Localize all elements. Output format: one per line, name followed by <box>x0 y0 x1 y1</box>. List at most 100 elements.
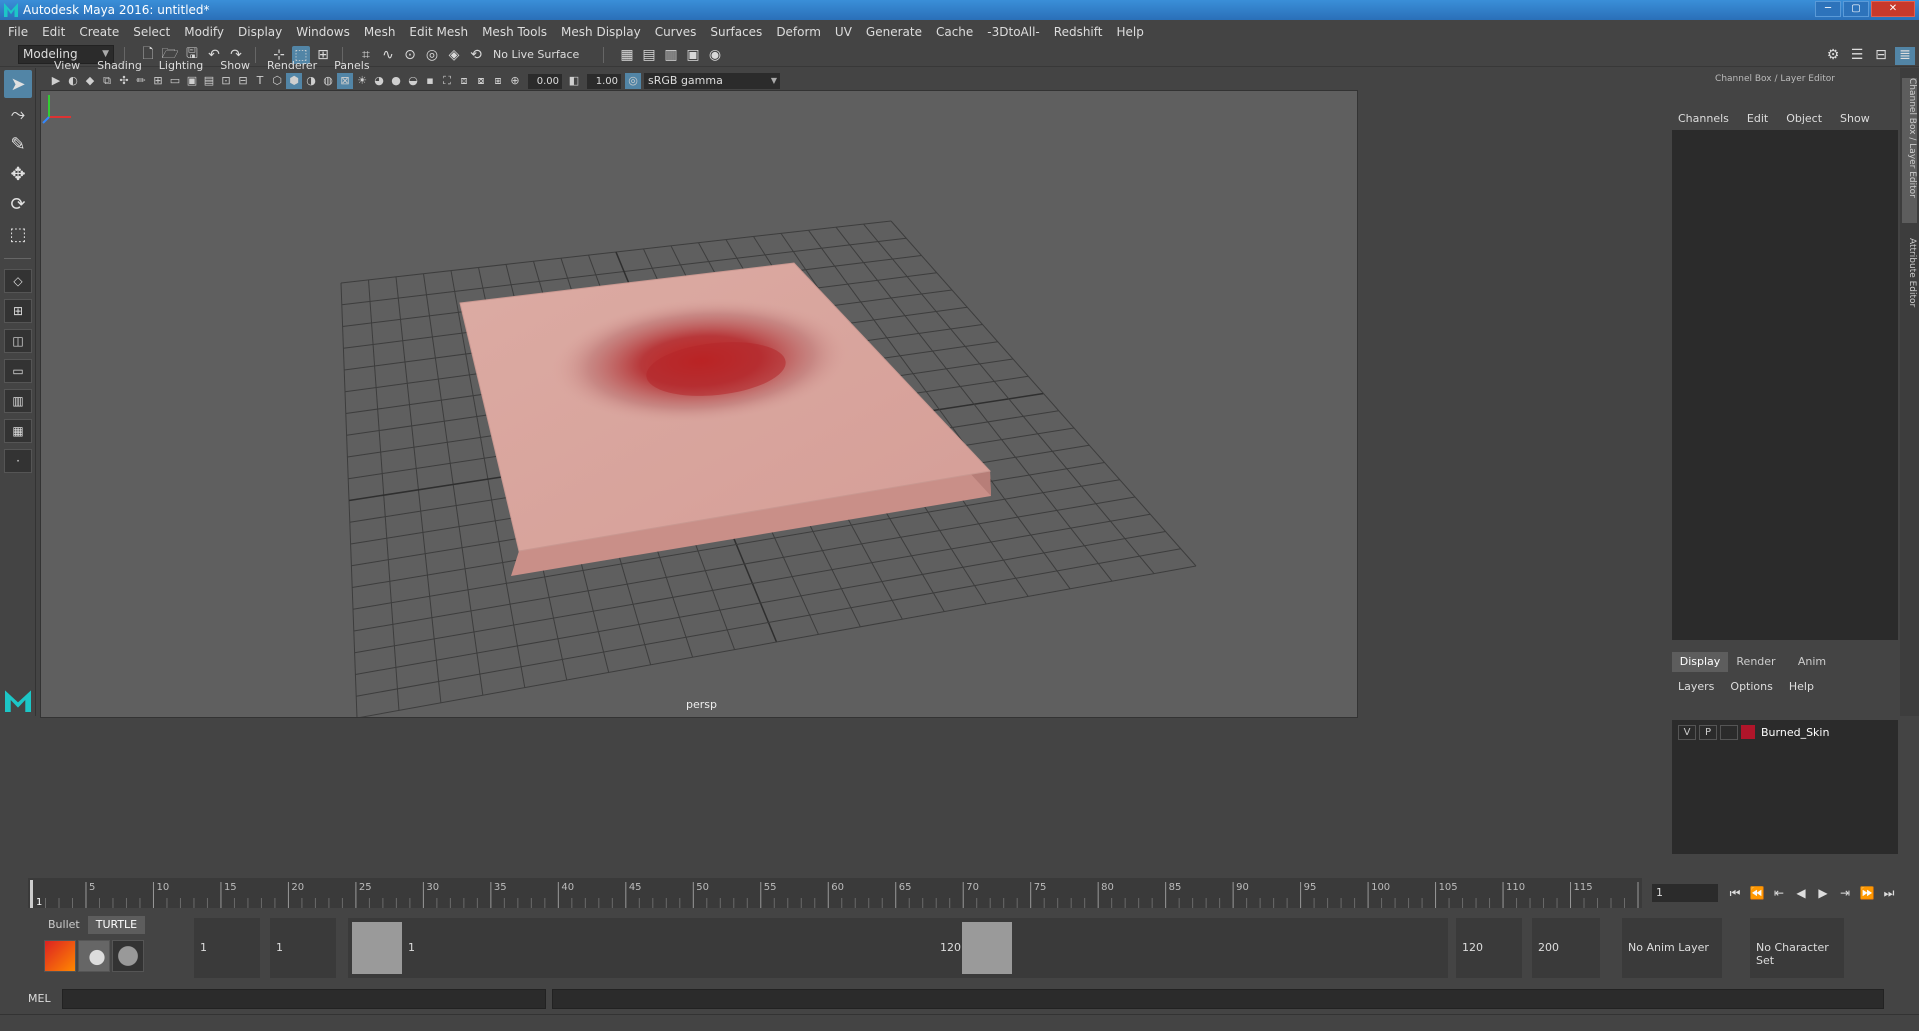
motion-blur-icon[interactable]: ◒ <box>405 73 421 89</box>
scale-tool-icon[interactable]: ⬚ <box>4 220 32 248</box>
bookmark-icon[interactable]: ◆ <box>82 73 98 89</box>
menu-surfaces[interactable]: Surfaces <box>710 25 762 39</box>
use-all-lights-icon[interactable]: ☀ <box>354 73 370 89</box>
mel-label[interactable]: MEL <box>28 992 51 1005</box>
menu-help[interactable]: Help <box>1116 25 1143 39</box>
menu-redshift[interactable]: Redshift <box>1054 25 1103 39</box>
single-pane-layout-icon[interactable]: ◇ <box>4 269 32 293</box>
persp-graph-layout-icon[interactable]: ▥ <box>4 389 32 413</box>
time-slider-track[interactable]: 5 10 15 20 25 30 35 40 45 50 55 60 65 70 75 80 85 90 95 100… <box>28 878 1642 908</box>
grease-pencil-icon[interactable]: ✏ <box>133 73 149 89</box>
menu-cache[interactable]: Cache <box>936 25 973 39</box>
smooth-shade-icon[interactable]: ⬢ <box>286 73 302 89</box>
lasso-tool-icon[interactable]: ⤳ <box>4 100 32 128</box>
menu-curves[interactable]: Curves <box>655 25 697 39</box>
field-chart-icon[interactable]: ⊡ <box>218 73 234 89</box>
close-button[interactable]: ✕ <box>1871 1 1915 17</box>
help-menu[interactable]: Help <box>1789 680 1814 693</box>
minimize-button[interactable]: ─ <box>1815 1 1841 17</box>
step-forward-frame-icon[interactable]: ⇥ <box>1836 884 1854 902</box>
channel-box-area[interactable] <box>1672 130 1898 640</box>
shadows-icon[interactable]: ◕ <box>371 73 387 89</box>
gamma-field[interactable]: 1.00 <box>587 73 621 89</box>
film-gate-icon[interactable]: ▭ <box>167 73 183 89</box>
tool-settings-icon[interactable]: ⊟ <box>1871 47 1891 65</box>
2d-pan-zoom-icon[interactable]: ✣ <box>116 73 132 89</box>
view-transform-select[interactable]: sRGB gamma <box>644 73 780 89</box>
animation-start-field[interactable]: 1 <box>194 918 260 978</box>
exposure-icon[interactable]: ⊕ <box>507 73 523 89</box>
panel-menu-view[interactable]: View <box>54 59 80 72</box>
go-to-start-icon[interactable]: ⏮ <box>1726 884 1744 902</box>
character-set-select[interactable]: No Character Set <box>1750 918 1844 978</box>
viewport-persp[interactable]: persp <box>40 90 1358 718</box>
safe-action-icon[interactable]: ⊟ <box>235 73 251 89</box>
step-forward-key-icon[interactable]: ⏩ <box>1858 884 1876 902</box>
persp-hypershade-layout-icon[interactable]: ▦ <box>4 419 32 443</box>
menu-select[interactable]: Select <box>133 25 170 39</box>
camera-attributes-icon[interactable]: ▶ <box>48 73 64 89</box>
resolution-gate-icon[interactable]: ▣ <box>184 73 200 89</box>
playback-end-field[interactable]: 120 <box>1456 918 1522 978</box>
panel-menu-panels[interactable]: Panels <box>334 59 369 72</box>
panel-menu-renderer[interactable]: Renderer <box>267 59 317 72</box>
layer-row[interactable]: V P Burned_Skin <box>1678 724 1829 740</box>
menu-mesh-display[interactable]: Mesh Display <box>561 25 641 39</box>
turtle-sphere-icon[interactable] <box>112 940 144 972</box>
select-tool-icon[interactable]: ➤ <box>4 70 32 98</box>
turtle-bake-icon[interactable] <box>78 940 110 972</box>
menu-file[interactable]: File <box>8 25 28 39</box>
two-pane-layout-icon[interactable]: ◫ <box>4 329 32 353</box>
play-backward-icon[interactable]: ◀ <box>1792 884 1810 902</box>
side-tab-attribute-editor[interactable]: Attribute Editor <box>1902 238 1917 338</box>
menu-3dtoall[interactable]: -3DtoAll- <box>987 25 1039 39</box>
range-start-handle[interactable] <box>352 922 402 974</box>
options-menu[interactable]: Options <box>1730 680 1772 693</box>
layers-menu[interactable]: Layers <box>1678 680 1714 693</box>
turtle-render-icon[interactable] <box>44 940 76 972</box>
shelf-tab-bullet[interactable]: Bullet <box>40 916 88 934</box>
gate-mask-icon[interactable]: ▤ <box>201 73 217 89</box>
safe-title-icon[interactable]: T <box>252 73 268 89</box>
anim-layer-select[interactable]: No Anim Layer <box>1622 918 1722 978</box>
edit-menu[interactable]: Edit <box>1747 112 1768 125</box>
go-to-end-icon[interactable]: ⏭ <box>1880 884 1898 902</box>
xray-icon[interactable]: ⧈ <box>456 73 472 89</box>
color-management-icon[interactable]: ◎ <box>625 73 641 89</box>
animation-end-field[interactable]: 200 <box>1532 918 1600 978</box>
persp-outliner-layout-icon[interactable]: ▭ <box>4 359 32 383</box>
exposure-field[interactable]: 0.00 <box>528 73 562 89</box>
channel-box-icon[interactable]: ≣ <box>1895 47 1915 65</box>
tab-display[interactable]: Display <box>1672 652 1728 672</box>
menu-display[interactable]: Display <box>238 25 282 39</box>
play-forward-icon[interactable]: ▶ <box>1814 884 1832 902</box>
image-plane-icon[interactable]: ⧉ <box>99 73 115 89</box>
menu-deform[interactable]: Deform <box>776 25 821 39</box>
isolate-select-icon[interactable]: ⛶ <box>439 73 455 89</box>
step-back-frame-icon[interactable]: ⇤ <box>1770 884 1788 902</box>
playback-start-field[interactable]: 1 <box>270 918 336 978</box>
layer-visibility-toggle[interactable]: V <box>1678 724 1696 740</box>
playback-range-slider[interactable]: 1 120 <box>348 918 1448 978</box>
rotate-tool-icon[interactable]: ⟳ <box>4 190 32 218</box>
menu-uv[interactable]: UV <box>835 25 852 39</box>
textured-icon[interactable]: ◍ <box>320 73 336 89</box>
menu-edit-mesh[interactable]: Edit Mesh <box>409 25 468 39</box>
menu-edit[interactable]: Edit <box>42 25 65 39</box>
camera-select-icon[interactable]: ◐ <box>65 73 81 89</box>
modeling-toolkit-icon[interactable]: ⚙ <box>1823 47 1843 65</box>
tab-anim[interactable]: Anim <box>1784 652 1840 672</box>
panel-menu-shading[interactable]: Shading <box>97 59 142 72</box>
paint-select-tool-icon[interactable]: ✎ <box>4 130 32 158</box>
panel-menu-show[interactable]: Show <box>220 59 250 72</box>
show-menu[interactable]: Show <box>1840 112 1870 125</box>
layer-display-type[interactable] <box>1720 724 1738 740</box>
maximize-button[interactable]: ▢ <box>1843 1 1869 17</box>
gamma-icon[interactable]: ◧ <box>566 73 582 89</box>
collapse-layouts-icon[interactable]: · <box>4 449 32 473</box>
menu-mesh-tools[interactable]: Mesh Tools <box>482 25 547 39</box>
mel-input[interactable] <box>62 989 546 1009</box>
step-back-key-icon[interactable]: ⏪ <box>1748 884 1766 902</box>
xray-joints-icon[interactable]: ⧇ <box>473 73 489 89</box>
panel-menu-lighting[interactable]: Lighting <box>159 59 203 72</box>
